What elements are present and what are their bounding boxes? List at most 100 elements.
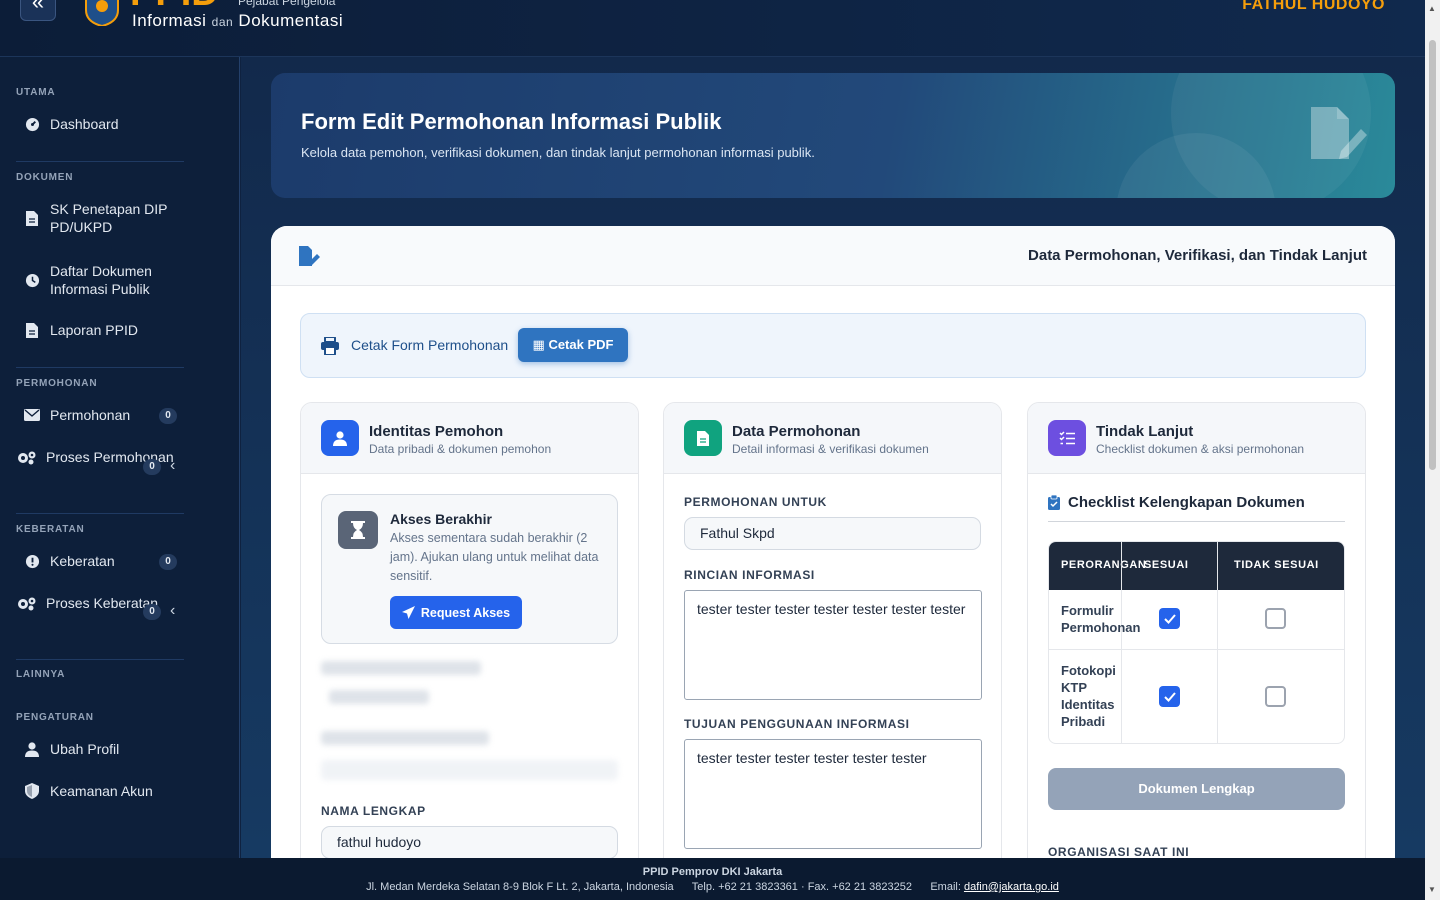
logo-subtitle-2: Informasi dan Dokumentasi	[132, 11, 343, 31]
gauge-icon	[24, 116, 40, 132]
clipboard-check-icon	[1048, 495, 1060, 510]
print-form-link[interactable]: Cetak Form Permohonan	[351, 337, 508, 353]
request-access-button[interactable]: Request Akses	[390, 596, 522, 629]
chevron-left-icon[interactable]: ‹	[170, 602, 175, 620]
data-permohonan-panel: Data Permohonan Detail informasi & verif…	[663, 402, 1002, 858]
table-row-document: Formulir Permohonan	[1061, 603, 1141, 635]
column-header: TIDAK SESUAI	[1234, 559, 1319, 571]
footer-email-label: Email:	[930, 881, 961, 893]
page-title: Form Edit Permohonan Informasi Publik	[301, 109, 722, 134]
checklist-title: Checklist Kelengkapan Dokumen	[1048, 494, 1305, 511]
sidebar-item-laporan-ppid[interactable]: Laporan PPID	[24, 321, 194, 339]
sidebar-item-label: Daftar Dokumen Informasi Publik	[50, 263, 152, 297]
blurred-label	[321, 731, 489, 745]
sesuai-checkbox-formulir[interactable]	[1159, 608, 1180, 629]
clock-icon	[24, 272, 40, 288]
column-header: PERORANGAN	[1061, 559, 1147, 571]
section-dokumen: DOKUMEN	[16, 172, 74, 183]
table-vertical-line	[1121, 542, 1122, 743]
tujuan-penggunaan-textarea[interactable]: tester tester tester tester tester teste…	[684, 739, 982, 849]
panel-header: Tindak Lanjut Checklist dokumen & aksi p…	[1028, 403, 1365, 474]
rincian-informasi-textarea[interactable]: tester tester tester tester tester teste…	[684, 590, 982, 700]
footer-phone: Telp. +62 21 3823361 · Fax. +62 21 38232…	[691, 881, 912, 893]
card-header: Data Permohonan, Verifikasi, dan Tindak …	[271, 226, 1395, 286]
collapse-sidebar-button[interactable]: «	[20, 0, 56, 21]
footer-org: PPID Pemprov DKI Jakarta	[642, 866, 783, 878]
sidebar: UTAMA Dashboard DOKUMEN SK Penetapan DIP…	[0, 57, 240, 858]
gears-icon	[16, 595, 36, 611]
nama-lengkap-label: NAMA LENGKAP	[321, 804, 426, 818]
sidebar-item-label: Laporan PPID	[50, 322, 138, 338]
page-scrollbar[interactable]: ▲ ▼	[1425, 0, 1440, 900]
section-lainnya: LAINNYA	[16, 669, 66, 680]
permohonan-count-badge: 0	[159, 408, 177, 424]
double-chevron-left-icon: «	[31, 0, 45, 14]
sidebar-item-daftar-dokumen[interactable]: Daftar Dokumen Informasi Publik	[24, 262, 194, 298]
footer-email-link[interactable]: dafin@jakarta.go.id	[964, 881, 1059, 893]
panel-header: Identitas Pemohon Data pribadi & dokumen…	[301, 403, 638, 474]
section-keberatan: KEBERATAN	[16, 524, 85, 535]
dki-logo-icon	[85, 0, 119, 26]
file-pen-icon	[299, 246, 320, 266]
panel-header: Data Permohonan Detail informasi & verif…	[664, 403, 1001, 474]
checklist-table: PERORANGAN SESUAI TIDAK SESUAI Formulir …	[1048, 541, 1345, 744]
print-toolbar: Cetak Form Permohonan ▦ Cetak PDF	[300, 313, 1366, 378]
permohonan-untuk-input[interactable]: Fathul Skpd	[684, 517, 981, 550]
sidebar-item-sk-penetapan[interactable]: SK Penetapan DIP PD/UKPD	[24, 200, 194, 236]
sidebar-divider	[16, 513, 184, 514]
tujuan-penggunaan-label: TUJUAN PENGGUNAAN INFORMASI	[684, 717, 910, 731]
card-title: Data Permohonan, Verifikasi, dan Tindak …	[1028, 247, 1367, 264]
table-row-divider	[1049, 649, 1344, 650]
scroll-down-arrow-icon[interactable]: ▼	[1428, 885, 1436, 894]
column-header: SESUAI	[1144, 559, 1189, 571]
panel-title: Data Permohonan	[732, 423, 861, 440]
access-expired-box: Akses Berakhir Akses sementara sudah ber…	[321, 494, 618, 644]
pdf-file-icon: ▦	[532, 337, 545, 352]
sesuai-checkbox-ktp[interactable]	[1159, 686, 1180, 707]
tidak-sesuai-checkbox-ktp[interactable]	[1265, 686, 1286, 707]
check-icon	[1163, 613, 1176, 624]
identitas-pemohon-panel: Identitas Pemohon Data pribadi & dokumen…	[300, 402, 639, 858]
sidebar-item-dashboard[interactable]: Dashboard	[24, 115, 194, 133]
request-access-label: Request Akses	[420, 605, 511, 620]
logo-word-dokumentasi: Dokumentasi	[238, 11, 344, 30]
chevron-left-icon[interactable]: ‹	[170, 457, 175, 475]
user-name[interactable]: FATHUL HUDOYO	[1242, 0, 1385, 14]
footer: PPID Pemprov DKI Jakarta Jl. Medan Merde…	[0, 858, 1425, 900]
keberatan-count-badge: 0	[159, 554, 177, 570]
panel-subtitle: Checklist dokumen & aksi permohonan	[1096, 442, 1305, 456]
sidebar-item-label: Proses Permohonan	[46, 449, 174, 465]
scroll-up-arrow-icon[interactable]: ▲	[1428, 4, 1436, 13]
list-check-icon	[1048, 420, 1086, 456]
file-icon	[24, 210, 40, 226]
tindak-lanjut-panel: Tindak Lanjut Checklist dokumen & aksi p…	[1027, 402, 1366, 858]
file-icon	[24, 322, 40, 338]
logo-subtitle-1: Pejabat Pengelola	[238, 0, 336, 8]
main-content: Form Edit Permohonan Informasi Publik Ke…	[241, 57, 1425, 858]
checklist-title-text: Checklist Kelengkapan Dokumen	[1068, 494, 1305, 511]
print-pdf-button[interactable]: ▦ Cetak PDF	[518, 328, 628, 362]
sidebar-item-label: Dashboard	[50, 116, 119, 132]
dokumen-lengkap-button[interactable]: Dokumen Lengkap	[1048, 768, 1345, 810]
printer-icon[interactable]	[321, 337, 339, 355]
footer-address: Jl. Medan Merdeka Selatan 8-9 Blok F Lt.…	[366, 881, 674, 893]
access-title: Akses Berakhir	[390, 511, 492, 527]
sidebar-item-keamanan-akun[interactable]: Keamanan Akun	[24, 782, 194, 800]
logo-word-informasi: Informasi	[132, 11, 207, 30]
check-icon	[1163, 691, 1176, 702]
table-row-document: Fotokopi KTP Identitas Pribadi	[1061, 663, 1116, 729]
alert-circle-icon	[24, 553, 40, 569]
blurred-value	[329, 690, 429, 704]
proses-keberatan-count-badge: 0	[143, 604, 161, 620]
tidak-sesuai-checkbox-formulir[interactable]	[1265, 608, 1286, 629]
sidebar-item-label: Ubah Profil	[50, 741, 120, 757]
sidebar-item-ubah-profil[interactable]: Ubah Profil	[24, 740, 194, 758]
footer-contact: Jl. Medan Merdeka Selatan 8-9 Blok F Lt.…	[0, 881, 1425, 893]
paper-plane-icon	[401, 606, 415, 619]
scrollbar-thumb[interactable]	[1429, 40, 1436, 470]
sidebar-divider	[16, 659, 184, 660]
section-permohonan: PERMOHONAN	[16, 378, 98, 389]
sidebar-item-label: SK Penetapan DIP PD/UKPD	[50, 201, 168, 235]
nama-lengkap-input[interactable]: fathul hudoyo	[321, 826, 618, 858]
top-bar: « PPID Pejabat Pengelola Informasi dan D…	[0, 0, 1425, 57]
